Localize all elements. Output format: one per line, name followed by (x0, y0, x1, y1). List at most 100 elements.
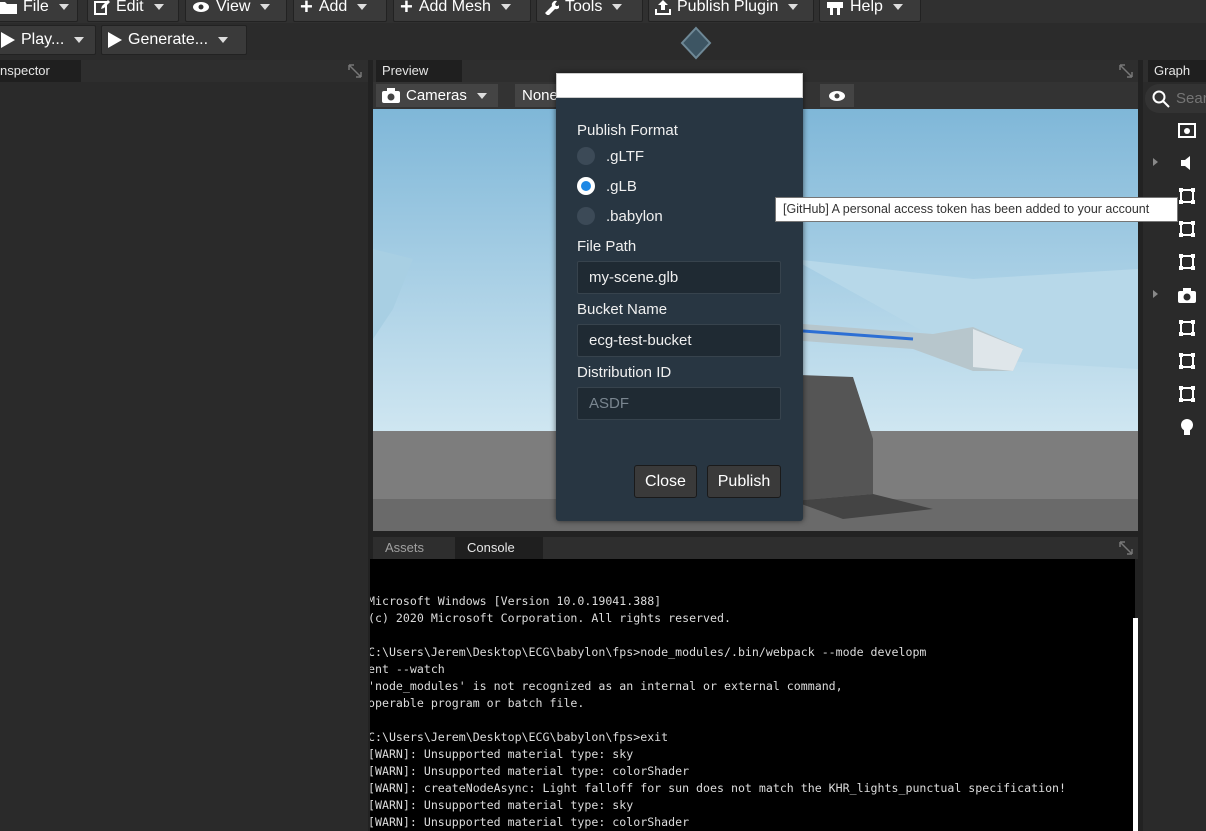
tab-assets[interactable]: Assets (373, 537, 453, 559)
light-icon[interactable] (1178, 418, 1196, 436)
maximize-icon[interactable] (1119, 541, 1133, 555)
console-line: (c) 2020 Microsoft Corporation. All righ… (370, 611, 731, 625)
console-output[interactable]: Microsoft Windows [Version 10.0.19041.38… (370, 559, 1135, 831)
plus-icon: + (300, 0, 313, 19)
console-line: operable program or batch file. (370, 696, 585, 710)
add-mesh-menu[interactable]: + Add Mesh (393, 0, 531, 22)
publish-plugin-menu[interactable]: Publish Plugin (648, 0, 814, 22)
inspector-body (0, 82, 368, 831)
play-icon (1, 32, 15, 48)
console-line: Microsoft Windows [Version 10.0.19041.38… (370, 594, 662, 608)
console-line: [WARN]: createNodeAsync: Light falloff f… (370, 781, 1067, 795)
generate-button[interactable]: Generate... (101, 25, 247, 55)
console-line: [WARN]: Unsupported material type: sky (370, 798, 634, 812)
mesh-icon[interactable] (1178, 352, 1196, 370)
distribution-id-input[interactable] (577, 387, 781, 420)
search-icon (1152, 90, 1170, 108)
play-icon (108, 32, 122, 48)
sign-icon (827, 2, 843, 15)
radio-babylon[interactable] (577, 207, 595, 225)
publish-button[interactable]: Publish (707, 465, 781, 498)
chevron-down-icon (74, 37, 85, 43)
console-line: [WARN]: Unsupported material type: color… (370, 764, 690, 778)
bucket-name-label: Bucket Name (577, 301, 668, 318)
chevron-down-icon (58, 4, 69, 10)
sound-icon[interactable] (1178, 154, 1196, 172)
mesh-icon[interactable] (1178, 220, 1196, 238)
mesh-icon[interactable] (1178, 253, 1196, 271)
publish-dialog: Publish Format .gLTF .gLB .babylon File … (556, 73, 803, 521)
expand-arrow-icon[interactable] (1153, 290, 1158, 298)
dialog-title-bar (556, 73, 803, 98)
play-button[interactable]: Play... (0, 25, 96, 55)
scene-icon[interactable] (1178, 121, 1196, 139)
radio-glb[interactable] (577, 177, 595, 195)
radio-gltf[interactable] (577, 147, 595, 165)
console-line: 'node_modules' is not recognized as an i… (370, 679, 843, 693)
graph-search-input[interactable] (1176, 90, 1206, 107)
mesh-icon[interactable] (1178, 319, 1196, 337)
console-line: ent --watch (370, 662, 445, 676)
close-button[interactable]: Close (634, 465, 697, 498)
graph-header: Graph (1143, 60, 1206, 82)
file-path-input[interactable] (577, 261, 781, 294)
cameras-dropdown[interactable]: Cameras (376, 84, 498, 107)
bottom-panel-header: Assets Console (373, 537, 1138, 559)
radio-gltf-label: .gLTF (606, 148, 645, 165)
chevron-down-icon (260, 4, 271, 10)
eye-icon (193, 2, 209, 12)
wrench-icon (545, 0, 559, 15)
camera-icon (382, 88, 400, 103)
chevron-down-icon (357, 4, 368, 10)
console-line: C:\Users\Jerem\Desktop\ECG\babylon\fps>e… (370, 730, 669, 744)
radio-babylon-label: .babylon (606, 208, 663, 225)
notification-tooltip: [GitHub] A personal access token has bee… (775, 197, 1178, 222)
console-line: [WARN]: Unsupported material type: color… (370, 815, 690, 829)
graph-search[interactable] (1145, 84, 1206, 113)
radio-glb-label: .gLB (606, 178, 637, 195)
maximize-icon[interactable] (348, 64, 362, 78)
chevron-down-icon (218, 37, 229, 43)
edit-icon (94, 0, 110, 15)
maximize-icon[interactable] (1119, 64, 1133, 78)
eye-toggle[interactable] (821, 84, 853, 107)
chevron-down-icon (153, 4, 164, 10)
console-line: [WARN]: Unsupported material type: sky (370, 747, 634, 761)
plus-icon: + (400, 0, 413, 19)
secondary-toolbar: Play... Generate... (0, 23, 1206, 60)
chevron-down-icon (476, 92, 487, 99)
graph-body (1143, 82, 1206, 831)
file-menu[interactable]: File (0, 0, 78, 22)
edit-menu[interactable]: Edit (87, 0, 179, 22)
tab-inspector[interactable]: nspector (0, 60, 81, 82)
chevron-down-icon (788, 4, 799, 10)
camera-icon[interactable] (1178, 287, 1196, 305)
help-menu[interactable]: Help (819, 0, 921, 22)
gizmo-icon[interactable] (679, 26, 713, 60)
chevron-down-icon (612, 4, 623, 10)
add-menu[interactable]: + Add (293, 0, 387, 22)
tab-graph[interactable]: Graph (1148, 60, 1206, 82)
eye-icon (829, 90, 845, 101)
bucket-name-input[interactable] (577, 324, 781, 357)
console-line: C:\Users\Jerem\Desktop\ECG\babylon\fps>n… (370, 645, 927, 659)
inspector-header: nspector (0, 60, 368, 82)
mesh-icon[interactable] (1178, 187, 1196, 205)
publish-format-label: Publish Format (577, 122, 678, 139)
folder-icon (0, 2, 17, 14)
tab-preview[interactable]: Preview (376, 60, 462, 82)
mesh-icon[interactable] (1178, 385, 1196, 403)
chevron-down-icon (892, 4, 903, 10)
tools-menu[interactable]: Tools (536, 0, 643, 22)
chevron-down-icon (500, 4, 511, 10)
tab-console[interactable]: Console (455, 537, 543, 559)
console-scrollbar[interactable] (1133, 618, 1138, 831)
distribution-id-label: Distribution ID (577, 364, 672, 381)
expand-arrow-icon[interactable] (1153, 158, 1158, 166)
menu-bar: File Edit View + Add + Add Mesh Tools Pu… (0, 0, 1206, 23)
upload-icon (655, 0, 671, 15)
console-lines: Microsoft Windows [Version 10.0.19041.38… (370, 593, 1135, 831)
view-menu[interactable]: View (185, 0, 287, 22)
